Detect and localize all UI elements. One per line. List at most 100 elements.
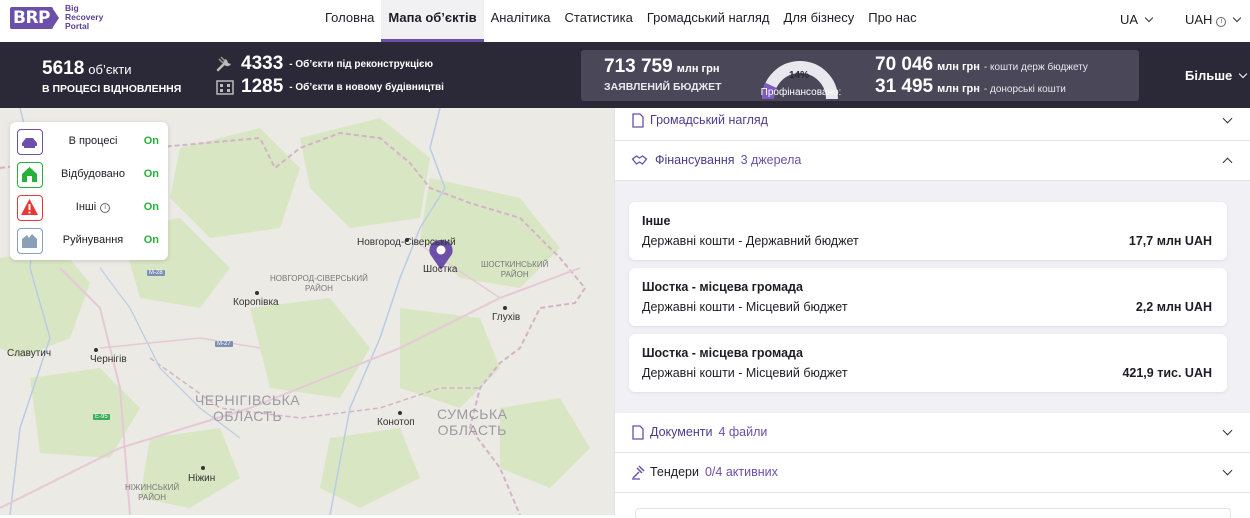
map-raion-label: ШОСТКИНСЬКИЙ РАЙОН — [481, 260, 548, 280]
state-budget-unit: млн грн — [937, 61, 980, 73]
road-sign: M-28 — [147, 270, 165, 276]
warning-icon — [17, 195, 43, 221]
gavel-icon — [632, 465, 645, 480]
map-city-label: Ніжин — [188, 473, 216, 484]
legend-row-other[interactable]: Інші i On — [17, 195, 165, 221]
object-details-panel: Громадський нагляд Фінансування 3 джерела… — [614, 108, 1250, 518]
donor-value: 31 495 — [875, 76, 934, 97]
more-button[interactable]: Більше — [1185, 68, 1248, 83]
nav-public-oversight[interactable]: Громадський нагляд — [640, 0, 777, 42]
new-build-count: 1285 — [241, 76, 284, 97]
construction-icon — [17, 129, 43, 155]
region-line: СУМСЬКА — [437, 406, 508, 422]
tenders-title: Тендери — [650, 465, 699, 479]
objects-map[interactable]: Новгород-Сіверський Шостка Коропівка Глу… — [0, 108, 614, 515]
info-icon[interactable]: i — [100, 203, 111, 213]
nav-objects-map[interactable]: Мапа об’єктів — [381, 0, 484, 42]
funding-source-card: Шостка - місцева громада Державні кошти … — [629, 334, 1227, 392]
section-tenders[interactable]: Тендери 0/4 активних — [615, 453, 1250, 493]
section-title: Документи 4 файли — [650, 425, 767, 439]
source-amount: 421,9 тис. UAH — [1122, 366, 1212, 380]
legend-state[interactable]: On — [144, 201, 159, 213]
legend-label: Руйнування — [62, 234, 124, 246]
legend-label: В процесі — [68, 135, 118, 147]
map-city-label: Славутич — [7, 348, 52, 359]
declared-budget-value: 713 759 — [604, 56, 673, 77]
brp-logo[interactable]: BRP Big Recovery Portal — [10, 4, 103, 31]
currency-value: UAH — [1185, 12, 1213, 27]
top-navigation: BRP Big Recovery Portal Головна Мапа об’… — [0, 0, 1250, 42]
budget-box: 713 759 млн грн ЗАЯВЛЕНИЙ БЮДЖЕТ 14% Проф… — [581, 50, 1139, 101]
building-icon — [216, 80, 234, 95]
legend-label: Інші i — [51, 201, 135, 213]
new-build-stat: 1285 - Об’єкти в новому будівництві — [215, 76, 444, 98]
nav-links: Головна Мапа об’єктів Аналітика Статисти… — [318, 0, 924, 42]
map-legend: В процесі On Відбудовано On Інші i On Руй… — [10, 122, 168, 260]
nav-statistics[interactable]: Статистика — [558, 0, 640, 42]
wrench-icon — [216, 56, 231, 72]
financed-label: Профінансовано: — [760, 87, 842, 98]
donor-unit: млн грн — [937, 83, 980, 95]
info-icon: i — [1216, 17, 1227, 27]
reconstruction-stat: 4333 - Об’єкти під реконструкцією — [215, 53, 433, 75]
legend-state[interactable]: On — [144, 168, 159, 180]
source-name: Шостка - місцева громада — [642, 280, 803, 294]
reconstruction-desc: - Об’єкти під реконструкцією — [289, 58, 434, 70]
section-public-oversight[interactable]: Громадський нагляд — [615, 101, 1250, 141]
chevron-up-icon — [1222, 157, 1233, 168]
source-name: Шостка - місцева громада — [642, 346, 803, 360]
logo-line: Portal — [65, 21, 90, 31]
nav-for-business[interactable]: Для бізнесу — [777, 0, 862, 42]
nav-analytics[interactable]: Аналітика — [484, 0, 558, 42]
documents-count: 4 файли — [718, 425, 768, 439]
chevron-down-icon — [1233, 13, 1242, 23]
currency-select[interactable]: UAH i — [1185, 12, 1242, 27]
legend-row-in-progress[interactable]: В процесі On — [17, 129, 165, 155]
legend-state[interactable]: On — [144, 135, 159, 147]
raion-line: НІЖИНСЬКИЙ — [125, 483, 180, 492]
source-type: Державні кошти - Державний бюджет — [642, 234, 859, 248]
raion-line: РАЙОН — [138, 493, 166, 502]
logo-mark: BRP — [10, 6, 60, 29]
raion-line: ШОСТКИНСЬКИЙ — [481, 260, 549, 269]
legend-label-text: Інші — [75, 201, 97, 213]
logo-text: Big Recovery Portal — [65, 4, 103, 31]
declared-budget-label: ЗАЯВЛЕНИЙ БЮДЖЕТ — [604, 81, 722, 93]
raion-line: РАЙОН — [304, 284, 333, 293]
road-sign: E-95 — [93, 414, 110, 420]
legend-row-destruction[interactable]: Руйнування On — [17, 228, 165, 254]
document-icon — [632, 425, 644, 440]
new-build-desc: - Об’єкти в новому будівництві — [289, 81, 444, 93]
source-name: Інше — [642, 214, 671, 228]
source-amount: 2,2 млн UAH — [1135, 300, 1212, 314]
objects-unit: об’єкти — [88, 62, 132, 77]
section-documents[interactable]: Документи 4 файли — [615, 413, 1250, 453]
road-sign: M-27 — [215, 341, 233, 347]
source-type: Державні кошти - Місцевий бюджет — [642, 300, 848, 314]
legend-row-rebuilt[interactable]: Відбудовано On — [17, 162, 165, 188]
ruin-icon — [17, 228, 43, 254]
region-line: ЧЕРНІГІВСЬКА — [195, 392, 301, 408]
map-region-label: СУМСЬКА ОБЛАСТЬ — [437, 406, 508, 438]
language-select[interactable]: UA — [1120, 12, 1154, 27]
source-amount: 17,7 млн UAH — [1128, 234, 1212, 248]
state-budget-desc: - кошти держ бюджету — [983, 62, 1088, 73]
financed-percent: 14% — [788, 70, 809, 81]
nav-about[interactable]: Про нас — [861, 0, 923, 42]
section-financing[interactable]: Фінансування 3 джерела — [615, 141, 1250, 181]
state-budget-stat: 70 046 млн грн - кошти держ бюджету — [875, 54, 1088, 76]
next-section-edge — [635, 508, 1231, 518]
funding-source-card: Шостка - місцева громада Державні кошти … — [629, 268, 1227, 326]
legend-state[interactable]: On — [144, 234, 159, 246]
raion-line: НОВГОРОД-СІВЕРСЬКИЙ — [270, 274, 368, 283]
source-type: Державні кошти - Місцевий бюджет — [642, 366, 848, 380]
objects-count: 5618 — [42, 58, 85, 79]
raion-line: РАЙОН — [500, 270, 529, 279]
state-budget-value: 70 046 — [875, 54, 934, 75]
funding-source-card: Інше Державні кошти - Державний бюджет 1… — [629, 202, 1227, 260]
document-icon — [632, 113, 644, 128]
stats-bar: 5618 об’єкти В ПРОЦЕСІ ВІДНОВЛЕННЯ 4333 -… — [0, 42, 1250, 108]
nav-home[interactable]: Головна — [318, 0, 381, 42]
financing-title: Фінансування — [655, 153, 735, 167]
section-title: Фінансування 3 джерела — [655, 153, 801, 167]
